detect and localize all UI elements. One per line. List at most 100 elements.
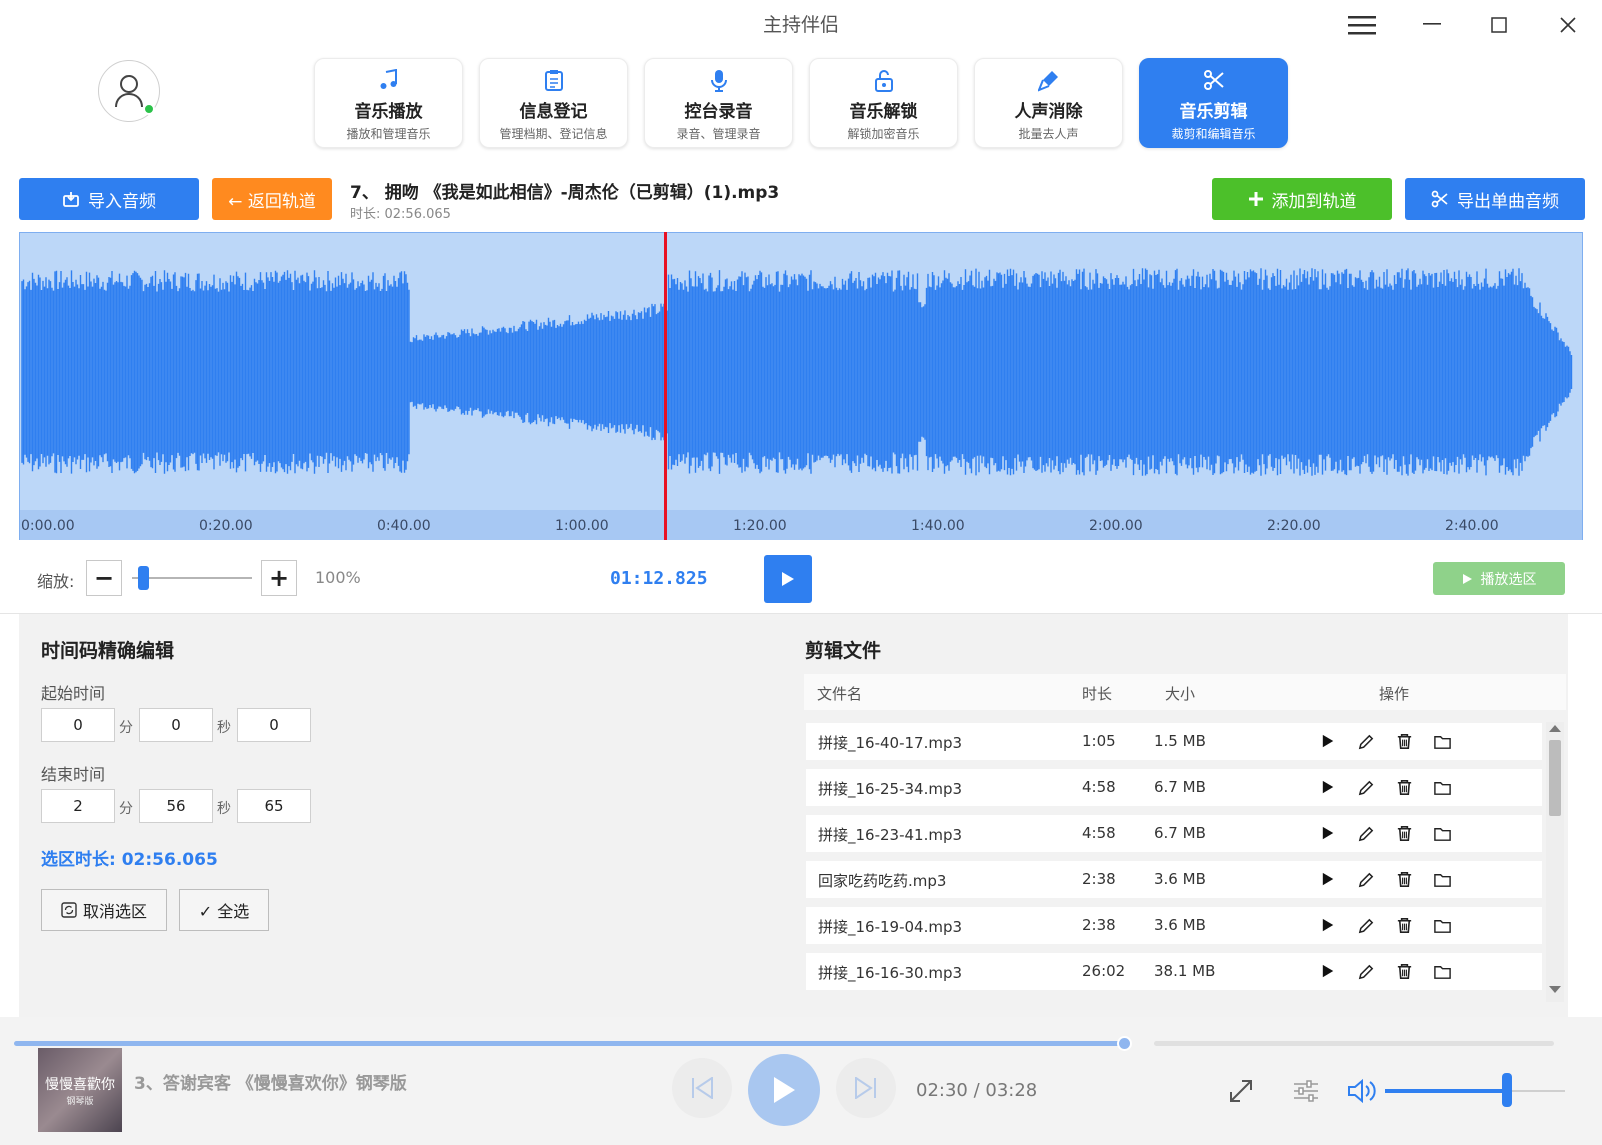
timeline-tick-label: 1:00.00 — [555, 518, 609, 534]
end-time-label: 结束时间 — [41, 765, 106, 784]
scrollbar-thumb[interactable] — [1549, 740, 1561, 816]
previous-button[interactable] — [672, 1058, 732, 1118]
avatar[interactable] — [98, 60, 160, 122]
rename-pencil-icon[interactable] — [1356, 869, 1376, 889]
clip-row[interactable]: 拼接_16-16-30.mp3 26:02 38.1 MB — [806, 953, 1542, 990]
start-ms-input[interactable]: 0 — [237, 708, 311, 742]
tab-label: 音乐播放 — [354, 102, 423, 122]
tab-4[interactable]: 人声消除 批量去人声 — [974, 58, 1123, 148]
scroll-down-icon[interactable] — [1546, 984, 1564, 996]
end-ms-input[interactable]: 65 — [237, 789, 311, 823]
delete-trash-icon[interactable] — [1394, 777, 1414, 797]
tab-5[interactable]: 音乐剪辑 裁剪和编辑音乐 — [1139, 58, 1288, 148]
clip-list-scrollbar[interactable] — [1546, 722, 1564, 1002]
row-play-icon[interactable] — [1318, 777, 1338, 797]
play-selection-label: 播放选区 — [1480, 571, 1537, 588]
row-play-icon[interactable] — [1318, 731, 1338, 751]
clip-duration: 2:38 — [1082, 870, 1116, 888]
current-time: 01:12.825 — [610, 568, 708, 589]
delete-trash-icon[interactable] — [1394, 823, 1414, 843]
rename-pencil-icon[interactable] — [1356, 961, 1376, 981]
volume-icon[interactable] — [1347, 1078, 1377, 1104]
tab-sublabel: 录音、管理录音 — [676, 127, 761, 141]
clip-row[interactable]: 拼接_16-40-17.mp3 1:05 1.5 MB — [806, 723, 1542, 760]
tab-sublabel: 批量去人声 — [1018, 127, 1079, 141]
row-play-icon[interactable] — [1318, 961, 1338, 981]
open-folder-icon[interactable] — [1432, 823, 1452, 843]
timeline-tick-label: 1:40.00 — [911, 518, 965, 534]
back-to-track-button[interactable]: ← 返回轨道 — [212, 178, 332, 220]
zoom-slider-track[interactable] — [132, 577, 252, 579]
delete-trash-icon[interactable] — [1394, 915, 1414, 935]
clipboard-icon — [544, 70, 563, 91]
timeline-tick-label: 0:40.00 — [377, 518, 431, 534]
play-selection-button[interactable]: 播放选区 — [1433, 562, 1565, 595]
player-progress-track[interactable] — [1154, 1041, 1554, 1046]
rename-pencil-icon[interactable] — [1356, 731, 1376, 751]
end-minute-input[interactable]: 2 — [41, 789, 115, 823]
play-button[interactable] — [764, 555, 812, 603]
delete-trash-icon[interactable] — [1394, 869, 1414, 889]
tab-sublabel: 管理档期、登记信息 — [499, 127, 608, 141]
open-folder-icon[interactable] — [1432, 869, 1452, 889]
rename-pencil-icon[interactable] — [1356, 915, 1376, 935]
open-folder-icon[interactable] — [1432, 961, 1452, 981]
tab-3[interactable]: 音乐解锁 解锁加密音乐 — [809, 58, 958, 148]
clip-table-header: 文件名 时长 大小 操作 — [804, 674, 1566, 710]
start-minute-input[interactable]: 0 — [41, 708, 115, 742]
cancel-selection-button[interactable]: 取消选区 — [41, 889, 167, 931]
clip-row[interactable]: 拼接_16-25-34.mp3 4:58 6.7 MB — [806, 769, 1542, 806]
tab-0[interactable]: 音乐播放播放和管理音乐 — [314, 58, 463, 148]
play-icon — [774, 1077, 795, 1103]
row-play-icon[interactable] — [1318, 869, 1338, 889]
rename-pencil-icon[interactable] — [1356, 777, 1376, 797]
playhead[interactable] — [664, 232, 667, 540]
open-folder-icon[interactable] — [1432, 777, 1452, 797]
header-filename: 文件名 — [817, 685, 863, 703]
row-play-icon[interactable] — [1318, 823, 1338, 843]
clip-filename: 拼接_16-23-41.mp3 — [818, 826, 963, 844]
row-play-icon[interactable] — [1318, 915, 1338, 935]
start-second-input[interactable]: 0 — [139, 708, 213, 742]
next-button[interactable] — [836, 1058, 896, 1118]
volume-fill[interactable] — [1385, 1089, 1508, 1093]
clip-size: 6.7 MB — [1154, 824, 1206, 842]
tab-1[interactable]: 信息登记 管理档期、登记信息 — [479, 58, 628, 148]
waveform-area[interactable] — [19, 232, 1583, 540]
close-icon[interactable] — [1548, 10, 1588, 40]
select-all-button[interactable]: ✓ 全选 — [179, 889, 269, 931]
clip-row[interactable]: 回家吃药吃药.mp3 2:38 3.6 MB — [806, 861, 1542, 898]
expand-icon[interactable] — [1228, 1078, 1254, 1104]
rename-pencil-icon[interactable] — [1356, 823, 1376, 843]
export-single-button[interactable]: 导出单曲音频 — [1405, 178, 1585, 220]
zoom-in-button[interactable]: + — [261, 560, 297, 596]
menu-icon[interactable] — [1342, 10, 1382, 40]
header-operations: 操作 — [1379, 685, 1410, 703]
volume-handle[interactable] — [1502, 1073, 1513, 1107]
open-folder-icon[interactable] — [1432, 915, 1452, 935]
timeline-tick-label: 2:40.00 — [1445, 518, 1499, 534]
tab-2[interactable]: 控台录音录音、管理录音 — [644, 58, 793, 148]
tab-sublabel: 解锁加密音乐 — [847, 127, 920, 141]
delete-trash-icon[interactable] — [1394, 731, 1414, 751]
delete-trash-icon[interactable] — [1394, 961, 1414, 981]
zoom-out-button[interactable]: − — [86, 560, 122, 596]
end-second-input[interactable]: 56 — [139, 789, 213, 823]
add-to-track-button[interactable]: 添加到轨道 — [1212, 178, 1392, 220]
clip-row[interactable]: 拼接_16-19-04.mp3 2:38 3.6 MB — [806, 907, 1542, 944]
equalizer-icon[interactable] — [1293, 1079, 1319, 1105]
unlock-icon — [874, 70, 893, 92]
tab-sublabel: 播放和管理音乐 — [346, 127, 431, 141]
player-play-button[interactable] — [748, 1054, 820, 1126]
minimize-icon[interactable] — [1412, 10, 1452, 40]
scroll-up-icon[interactable] — [1546, 722, 1564, 734]
player-progress-fill[interactable] — [14, 1041, 1125, 1046]
import-audio-button[interactable]: 导入音频 — [19, 178, 199, 220]
clip-row[interactable]: 拼接_16-23-41.mp3 4:58 6.7 MB — [806, 815, 1542, 852]
zoom-slider-handle[interactable] — [138, 566, 149, 590]
open-folder-icon[interactable] — [1432, 731, 1452, 751]
maximize-icon[interactable] — [1479, 10, 1519, 40]
tab-label: 控台录音 — [684, 102, 753, 122]
clip-size: 3.6 MB — [1154, 870, 1206, 888]
now-playing-title: 3、答谢宾客 《慢慢喜欢你》钢琴版 — [134, 1074, 407, 1094]
